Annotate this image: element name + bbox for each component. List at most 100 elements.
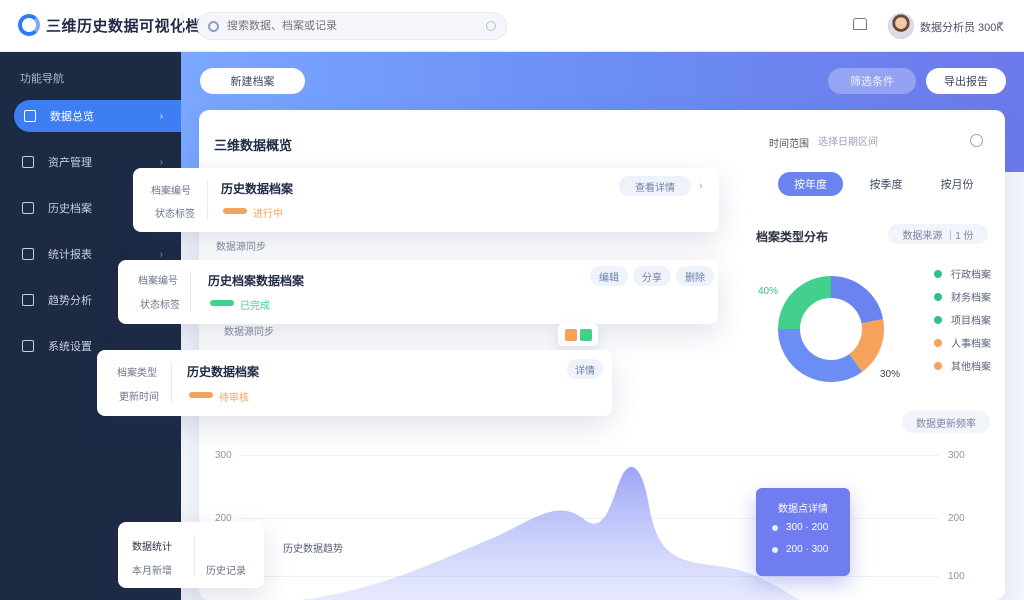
search-icon	[208, 20, 219, 32]
tab-quarterly[interactable]: 按季度	[857, 172, 915, 196]
area-caption: 历史数据趋势	[283, 544, 343, 555]
search-input[interactable]	[227, 20, 486, 32]
new-archive-button[interactable]: 新建档案	[200, 68, 305, 94]
legend-label: 其他档案	[951, 362, 991, 373]
archive-card[interactable]: 档案编号 状态标签 历史数据档案 进行中 查看详情 ›	[133, 168, 719, 232]
tooltip-value: 200 · 300	[786, 544, 829, 555]
app-logo[interactable]: 三维历史数据可视化档案	[18, 14, 217, 36]
mini-status-badge	[558, 324, 598, 346]
area-frequency-tag[interactable]: 数据更新频率	[902, 411, 990, 433]
legend-label: 项目档案	[951, 316, 991, 327]
filter-button[interactable]: 筛选条件	[828, 68, 916, 94]
search-bar[interactable]	[197, 12, 507, 40]
donut-slice[interactable]	[778, 276, 832, 330]
archive-card[interactable]: 档案类型 更新时间 历史数据档案 待审核 详情	[97, 350, 612, 416]
legend-item[interactable]: 项目档案	[934, 308, 991, 331]
sidebar-item-label: 系统设置	[48, 341, 92, 353]
archive-card[interactable]: 档案编号 状态标签 历史档案数据档案 已完成 编辑 分享 删除	[118, 260, 718, 324]
sidebar-item-label: 数据总览	[50, 111, 94, 123]
card-label: 状态标签	[140, 300, 180, 311]
y-axis-tick-right: 200	[948, 513, 965, 524]
tab-monthly[interactable]: 按月份	[928, 172, 986, 196]
top-bar: 三维历史数据可视化档案 数据分析员 300K ▼	[0, 0, 1024, 52]
table-icon	[22, 294, 34, 306]
edit-chip[interactable]: 编辑	[590, 266, 628, 286]
calendar-icon[interactable]	[970, 134, 983, 147]
export-button[interactable]: 导出报告	[926, 68, 1006, 94]
legend-dot	[934, 361, 942, 370]
legend-dot	[934, 292, 942, 301]
progress-bar	[223, 208, 247, 214]
home-icon	[22, 202, 34, 214]
legend-item[interactable]: 其他档案	[934, 354, 991, 377]
donut-legend: 行政档案 财务档案 项目档案 人事档案 其他档案	[934, 262, 991, 377]
delete-chip[interactable]: 删除	[676, 266, 714, 286]
tooltip-row: 200 · 300	[772, 544, 828, 555]
chevron-right-icon[interactable]: ›	[699, 180, 703, 192]
sidebar-item-label: 趋势分析	[48, 295, 92, 307]
card-divider	[207, 180, 208, 220]
stats-card[interactable]: 数据统计 本月新增 历史记录	[118, 522, 264, 588]
y-axis-tick-left: 300	[215, 450, 232, 461]
range-label: 时间范围	[769, 139, 809, 150]
user-name[interactable]: 数据分析员 300K	[920, 19, 1004, 35]
card-label: 本月新增	[132, 566, 172, 577]
chevron-right-icon: ›	[159, 248, 163, 260]
legend-item[interactable]: 财务档案	[934, 285, 991, 308]
legend-dot	[934, 315, 942, 324]
details-chip[interactable]: 详情	[567, 359, 603, 379]
chart-icon	[22, 248, 34, 260]
sidebar-section-title: 功能导航	[20, 73, 64, 85]
date-range-input[interactable]: 选择日期区间	[818, 133, 878, 148]
panel-title: 三维数据概览	[214, 138, 293, 153]
document-icon	[22, 156, 34, 168]
tab-yearly[interactable]: 按年度	[778, 172, 843, 196]
logo-icon	[18, 14, 40, 36]
status-swatch	[564, 329, 577, 341]
donut-source-tag[interactable]: 数据来源 ｜1 份	[888, 224, 988, 244]
view-details-chip[interactable]: 查看详情	[619, 176, 691, 196]
sidebar-item-label: 历史档案	[48, 203, 92, 215]
bullet-icon	[772, 524, 778, 531]
donut-slice[interactable]	[830, 276, 884, 324]
card-label: 历史记录	[206, 566, 246, 577]
legend-label: 财务档案	[951, 293, 991, 304]
progress-bar	[210, 300, 234, 306]
area-series	[300, 466, 800, 600]
card-divider	[190, 272, 191, 312]
donut-slice[interactable]	[778, 328, 863, 382]
message-icon[interactable]	[853, 18, 867, 30]
chevron-down-icon[interactable]: ▼	[996, 19, 1005, 29]
legend-item[interactable]: 行政档案	[934, 262, 991, 285]
sidebar-item-label: 资产管理	[48, 157, 92, 169]
chevron-right-icon: ›	[159, 110, 163, 122]
tooltip-row: 300 · 200	[772, 522, 828, 533]
sync-note: 数据源同步	[216, 242, 266, 253]
card-label: 档案编号	[138, 276, 178, 287]
donut-chart	[778, 276, 884, 382]
card-title: 历史档案数据档案	[208, 274, 305, 288]
card-divider	[194, 534, 195, 576]
card-label: 数据统计	[132, 542, 172, 553]
chart-tooltip: 数据点详情 300 · 200 200 · 300	[756, 488, 850, 576]
y-axis-tick-right: 300	[948, 450, 965, 461]
legend-label: 行政档案	[951, 270, 991, 281]
card-divider	[171, 362, 172, 404]
legend-label: 人事档案	[951, 339, 991, 350]
sidebar: 功能导航 数据总览 › 资产管理 › 历史档案 统计报表 › 趋势分析 系统设置	[0, 52, 181, 600]
donut-slice[interactable]	[848, 319, 884, 372]
top-divider	[182, 14, 183, 38]
sidebar-item-overview[interactable]: 数据总览 ›	[14, 100, 181, 132]
dashboard-icon	[24, 110, 36, 122]
tooltip-value: 300 · 200	[786, 522, 829, 533]
y-axis-tick-right: 100	[948, 571, 965, 582]
share-chip[interactable]: 分享	[633, 266, 671, 286]
card-status: 已完成	[240, 301, 270, 312]
sidebar-item-label: 统计报表	[48, 249, 92, 261]
donut-title: 档案类型分布	[756, 230, 829, 244]
tooltip-title: 数据点详情	[778, 504, 828, 515]
card-label: 更新时间	[119, 392, 159, 403]
legend-item[interactable]: 人事档案	[934, 331, 991, 354]
refresh-icon[interactable]	[486, 21, 496, 31]
user-avatar[interactable]	[888, 13, 914, 39]
